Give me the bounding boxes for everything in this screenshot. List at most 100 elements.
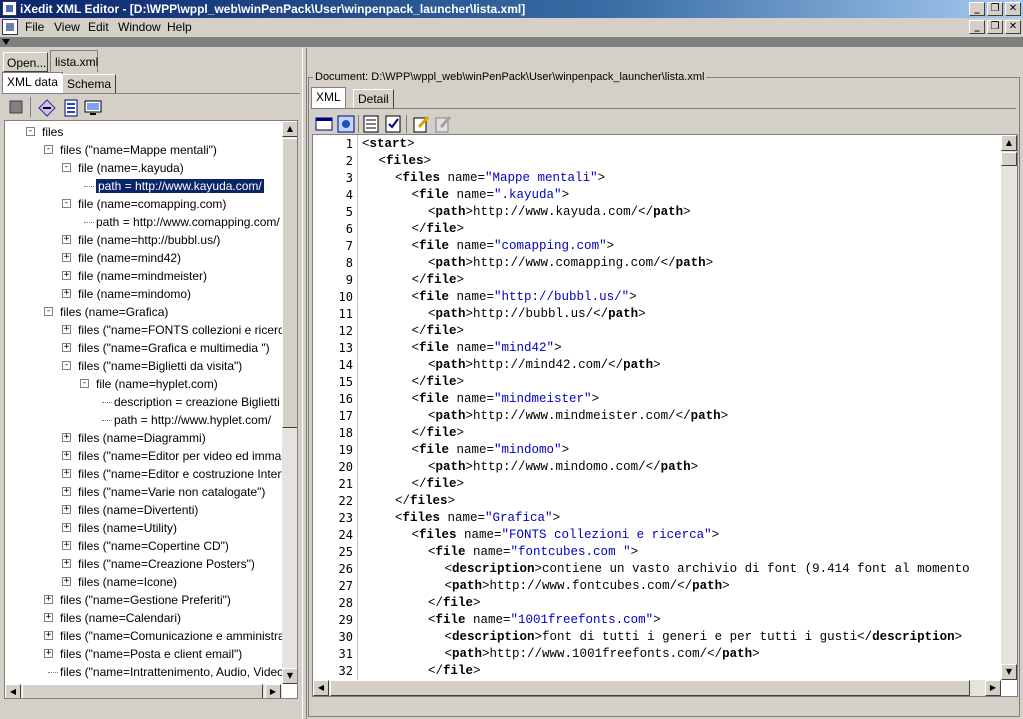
tree-node[interactable]: path = http://www.comapping.com/ [96,215,280,229]
tree-node[interactable]: files ("name=Posta e client email") [60,647,242,661]
tab-xml-data[interactable]: XML data [2,72,63,94]
expand-icon[interactable]: + [44,613,53,622]
code-line[interactable]: </file> [412,221,465,238]
restore-button[interactable]: ❐ [987,2,1003,16]
code-line[interactable]: </file> [412,476,465,493]
code-line[interactable]: <path>http://www.mindmeister.com/</path> [428,408,728,425]
panel-splitter[interactable] [302,48,307,719]
code-line[interactable]: </file> [412,374,465,391]
tree-node[interactable]: files ("name=Copertine CD") [78,539,229,553]
expand-icon[interactable]: + [62,253,71,262]
tree-node[interactable]: files ("name=FONTS collezioni e ricerca"… [78,323,297,337]
editor-scroll-right-button[interactable]: ▶ [985,680,1001,696]
menu-window[interactable]: Window [118,20,161,34]
scroll-down-button[interactable]: ▼ [282,668,297,684]
tree-node[interactable]: file (name=mindomo) [78,287,191,301]
tree-node[interactable]: path = http://www.kayuda.com/ [96,179,264,193]
tree-node[interactable]: files ("name=Varie non catalogate") [78,485,265,499]
code-line[interactable]: <start> [362,136,415,153]
code-line[interactable]: <path>http://www.1001freefonts.com/</pat… [445,646,760,663]
expand-icon[interactable]: + [62,271,71,280]
tree-node[interactable]: description = creazione Biglietti da [114,395,296,409]
open-button[interactable]: Open... [3,52,48,72]
expand-icon[interactable]: + [44,631,53,640]
editor-scroll-up-button[interactable]: ▲ [1001,135,1017,151]
code-line[interactable]: <path>http://www.kayuda.com/</path> [428,204,691,221]
document-tab[interactable]: lista.xml [50,50,98,72]
code-line[interactable]: <file name="mindomo"> [412,442,570,459]
close-button[interactable]: ✕ [1005,2,1021,16]
collapse-icon[interactable]: - [44,145,53,154]
collapse-icon[interactable]: - [62,163,71,172]
xml-tree[interactable]: - files - files ("name=Mappe mentali") - file… [4,120,298,699]
collapse-icon[interactable]: - [62,199,71,208]
monitor-icon[interactable] [84,99,102,117]
expand-icon[interactable]: + [62,577,71,586]
child-restore-button[interactable]: ❐ [987,20,1003,34]
tree-node[interactable]: files (name=Diagrammi) [78,431,206,445]
tree-node[interactable]: file (name=mindmeister) [78,269,207,283]
code-line[interactable]: </file> [412,323,465,340]
stop-icon[interactable] [8,99,26,117]
app-icon[interactable] [2,1,17,16]
expand-icon[interactable]: + [62,451,71,460]
collapse-icon[interactable]: - [26,127,35,136]
code-line[interactable]: <file name="comapping.com"> [412,238,615,255]
tree-node[interactable]: files ("name=Grafica e multimedia ") [78,341,270,355]
editor-vscroll-track[interactable] [1001,135,1017,680]
tree-node[interactable]: files ("name=Editor e costruzione Interf… [78,467,297,481]
tree-node[interactable]: file (name=hyplet.com) [96,377,218,391]
code-line[interactable]: <file name="mind42"> [412,340,562,357]
expand-icon[interactable]: + [44,595,53,604]
collapse-icon[interactable]: - [44,307,53,316]
image-icon[interactable] [337,115,355,133]
collapse-icon[interactable]: - [62,361,71,370]
code-line[interactable]: <path>http://mind42.com/</path> [428,357,661,374]
code-line[interactable]: <files name="Mappe mentali"> [395,170,605,187]
code-line[interactable]: <files name="FONTS collezioni e ricerca"… [412,527,720,544]
menu-edit[interactable]: Edit [88,20,109,34]
expand-icon[interactable]: + [62,469,71,478]
code-line[interactable]: <path>http://bubbl.us/</path> [428,306,646,323]
menu-help[interactable]: Help [167,20,192,34]
title-bar[interactable]: iXedit XML Editor - [D:\WPP\wppl_web\win… [0,0,1023,18]
code-line[interactable]: <path>http://www.fontcubes.com/</path> [445,578,730,595]
disabled-edit-icon[interactable] [434,115,452,133]
add-node-icon[interactable] [38,99,56,117]
tree-node[interactable]: files ("name=Editor per video ed immagin… [78,449,297,463]
editor-scroll-down-button[interactable]: ▼ [1001,664,1017,680]
tree-node[interactable]: files (name=Icone) [78,575,177,589]
menu-file[interactable]: File [25,20,44,34]
tree-node[interactable]: files ("name=Comunicazione e amministraz… [60,629,297,643]
code-line[interactable]: <files> [379,153,432,170]
tree-hscroll-thumb[interactable] [22,684,263,698]
code-line[interactable]: <description>font di tutti i generi e pe… [445,629,963,646]
expand-icon[interactable]: + [62,325,71,334]
expand-icon[interactable]: + [62,343,71,352]
tree-node[interactable]: file (name=comapping.com) [78,197,226,211]
code-line[interactable]: <file name="http://bubbl.us/"> [412,289,637,306]
edit-icon[interactable] [412,115,430,133]
tree-node[interactable]: files ("name=Mappe mentali") [60,143,217,157]
code-line[interactable]: <file name="mindmeister"> [412,391,600,408]
tab-xml[interactable]: XML [311,87,346,109]
child-minimize-button[interactable]: _ [969,20,985,34]
code-line[interactable]: </file> [428,595,481,612]
tree-node[interactable]: files ("name=Gestione Preferiti") [60,593,231,607]
code-line[interactable]: <file name="fontcubes.com "> [428,544,638,561]
tree-node[interactable]: file (name=http://bubbl.us/) [78,233,220,247]
tree-node[interactable]: files (name=Calendari) [60,611,181,625]
code-line[interactable]: <path>http://www.mindomo.com/</path> [428,459,698,476]
code-line[interactable]: <path>http://www.comapping.com/</path> [428,255,713,272]
tree-node[interactable]: files (name=Grafica) [60,305,168,319]
expand-icon[interactable]: + [62,487,71,496]
code-line[interactable]: </file> [428,663,481,680]
expand-icon[interactable]: + [62,289,71,298]
xml-editor[interactable]: 1 2 3 4 5 6 7 8 9 10 11 12 13 14 15 16 17 18 19 20 21 22 23 24 2… [312,134,1018,697]
expand-icon[interactable]: + [44,649,53,658]
code-line[interactable]: </file> [412,272,465,289]
expand-icon[interactable]: + [62,433,71,442]
menu-view[interactable]: View [54,20,80,34]
editor-scroll-left-button[interactable]: ◀ [313,680,329,696]
expand-icon[interactable]: + [62,523,71,532]
